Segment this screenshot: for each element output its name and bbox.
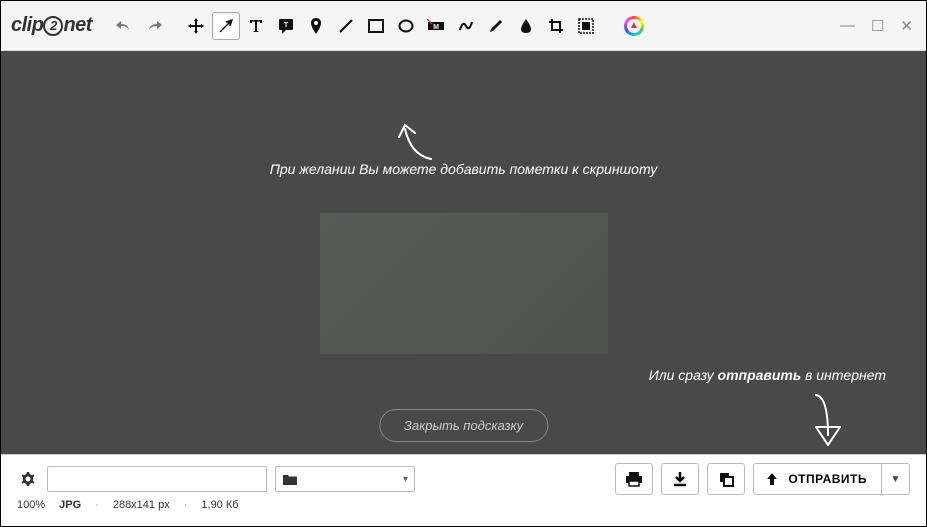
logo-text-2: net: [63, 14, 92, 36]
send-button-group: ОТПРАВИТЬ ▼: [753, 463, 910, 495]
separator: ·: [95, 499, 99, 511]
blur-tool[interactable]: [512, 12, 540, 40]
hint-top-text: При желании Вы можете добавить пометки к…: [270, 161, 658, 177]
crop-tool[interactable]: [542, 12, 570, 40]
separator: ·: [184, 499, 188, 511]
pin-icon: [309, 17, 323, 35]
copy-button[interactable]: [707, 463, 745, 495]
gear-icon: [19, 470, 37, 488]
arrow-tool[interactable]: [212, 12, 240, 40]
folder-icon: [282, 473, 298, 486]
resize-icon: [578, 18, 594, 34]
crop-icon: [548, 18, 564, 34]
action-buttons-group: ОТПРАВИТЬ ▼: [615, 463, 910, 495]
chevron-down-icon: ▼: [891, 474, 901, 485]
bottom-row-status: 100% JPG · 288x141 px · 1,90 Кб: [1, 497, 926, 519]
dimensions-label: 288x141 px: [113, 499, 170, 511]
app-window: clip2net T M ▲ — ☐ ✕: [0, 0, 927, 527]
logo-circle: 2: [43, 16, 63, 36]
svg-text:T: T: [284, 22, 289, 29]
tool-group-main: T M: [182, 12, 600, 40]
line-tool[interactable]: [332, 12, 360, 40]
curve-tool[interactable]: [452, 12, 480, 40]
bottom-row-controls: ▾ ОТПРАВИТЬ ▼: [1, 455, 926, 497]
upload-icon: [764, 472, 780, 486]
folder-select[interactable]: ▾: [275, 466, 415, 492]
text-icon: [249, 19, 263, 33]
ellipse-icon: [398, 19, 414, 33]
resize-tool[interactable]: [572, 12, 600, 40]
note-icon: T: [278, 18, 294, 34]
hint-arrow-top-icon: [391, 119, 441, 163]
hint-right-bold: отправить: [718, 367, 802, 383]
hint-right-prefix: Или сразу: [649, 367, 718, 383]
rainbow-ring-icon: ▲: [624, 16, 644, 36]
color-upload-button[interactable]: ▲: [620, 12, 648, 40]
filename-input[interactable]: [47, 466, 267, 492]
file-format: JPG: [59, 499, 81, 511]
text-tool[interactable]: [242, 12, 270, 40]
highlight-tool[interactable]: M: [422, 12, 450, 40]
rect-tool[interactable]: [362, 12, 390, 40]
send-button[interactable]: ОТПРАВИТЬ: [753, 463, 882, 495]
arrow-icon: [218, 18, 234, 34]
download-button[interactable]: [661, 463, 699, 495]
curve-icon: [458, 18, 474, 34]
hint-right-text: Или сразу отправить в интернет: [649, 367, 886, 383]
send-dropdown-button[interactable]: ▼: [882, 463, 910, 495]
download-icon: [672, 471, 688, 487]
window-controls: — ☐ ✕: [837, 17, 916, 35]
pencil-icon: [488, 18, 504, 34]
redo-button[interactable]: [140, 12, 168, 40]
hint-arrow-down-icon: [806, 391, 846, 451]
ellipse-tool[interactable]: [392, 12, 420, 40]
undo-icon: [115, 19, 133, 33]
toolbar: clip2net T M ▲ — ☐ ✕: [1, 1, 926, 51]
note-tool[interactable]: T: [272, 12, 300, 40]
rect-icon: [368, 19, 384, 33]
pencil-tool[interactable]: [482, 12, 510, 40]
print-button[interactable]: [615, 463, 653, 495]
line-icon: [338, 18, 354, 34]
filesize-label: 1,90 Кб: [201, 499, 238, 511]
logo-text-1: clip: [11, 14, 43, 36]
drop-icon: [520, 18, 532, 34]
canvas-area[interactable]: При желании Вы можете добавить пометки к…: [1, 51, 926, 454]
close-hint-button[interactable]: Закрыть подсказку: [379, 409, 548, 442]
zoom-level: 100%: [17, 499, 45, 511]
highlight-icon: M: [427, 19, 445, 33]
app-logo: clip2net: [11, 14, 92, 37]
undo-button[interactable]: [110, 12, 138, 40]
send-label: ОТПРАВИТЬ: [788, 472, 867, 486]
maximize-button[interactable]: ☐: [868, 17, 887, 35]
move-tool[interactable]: [182, 12, 210, 40]
hint-right-suffix: в интернет: [801, 367, 886, 383]
redo-icon: [145, 19, 163, 33]
copy-icon: [718, 471, 734, 487]
history-group: [110, 12, 168, 40]
screenshot-preview[interactable]: [320, 213, 608, 354]
pin-tool[interactable]: [302, 12, 330, 40]
print-icon: [625, 471, 643, 487]
svg-text:M: M: [433, 24, 439, 31]
settings-button[interactable]: [17, 468, 39, 490]
chevron-down-icon: ▾: [403, 474, 408, 485]
move-icon: [187, 17, 205, 35]
close-button[interactable]: ✕: [897, 17, 916, 35]
bottom-bar: ▾ ОТПРАВИТЬ ▼ 100% JPG · 288x141 px: [1, 454, 926, 526]
minimize-button[interactable]: —: [837, 17, 858, 35]
